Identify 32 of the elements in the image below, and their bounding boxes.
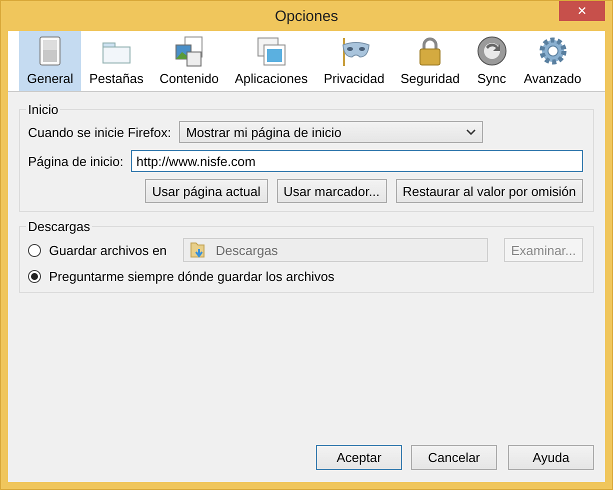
radio-button[interactable] — [28, 244, 41, 256]
gear-icon — [536, 35, 569, 67]
startup-label: Cuando se inicie Firefox: — [28, 124, 172, 140]
download-folder-icon — [190, 241, 206, 259]
tab[interactable]: Sync — [468, 31, 516, 91]
dialog-button[interactable]: Ayuda — [508, 445, 594, 470]
home-page-field[interactable]: http://www.nisfe.com — [131, 150, 583, 172]
chevron-icon — [466, 129, 476, 135]
radio-button[interactable] — [28, 270, 41, 283]
startup-dropdown[interactable]: Mostrar mi página de inicio — [179, 121, 484, 143]
dialog-button[interactable]: Cancelar — [411, 445, 497, 470]
dialog-button[interactable]: Aceptar — [316, 445, 402, 470]
action-button[interactable]: Usar página actual — [145, 179, 268, 203]
tab[interactable]: Privacidad — [316, 31, 392, 91]
action-button[interactable]: Usar marcador... — [276, 179, 387, 203]
tab[interactable]: Aplicaciones — [226, 31, 316, 91]
window-title: Opciones — [274, 8, 338, 24]
tab[interactable]: Avanzado — [516, 31, 590, 91]
tab[interactable]: Contenido — [151, 31, 227, 91]
group-title: Descargas — [27, 219, 92, 234]
home-page-label: Página de inicio: — [28, 154, 124, 168]
group-title: Inicio — [27, 102, 60, 117]
application-window-icon — [255, 35, 288, 67]
tab[interactable]: Pestañas — [81, 31, 152, 91]
close-button[interactable]: ✕ — [559, 1, 605, 21]
circular-arrows-icon — [476, 35, 508, 67]
radio-label: Preguntarme siempre dónde guardar los archivos — [49, 269, 334, 284]
tab[interactable]: General — [19, 31, 82, 91]
radio-label: Guardar archivos en — [49, 242, 167, 258]
picture-document-icon — [173, 35, 206, 67]
tab[interactable]: Seguridad — [392, 31, 468, 91]
action-button[interactable]: Restaurar al valor por omisión — [396, 179, 583, 203]
